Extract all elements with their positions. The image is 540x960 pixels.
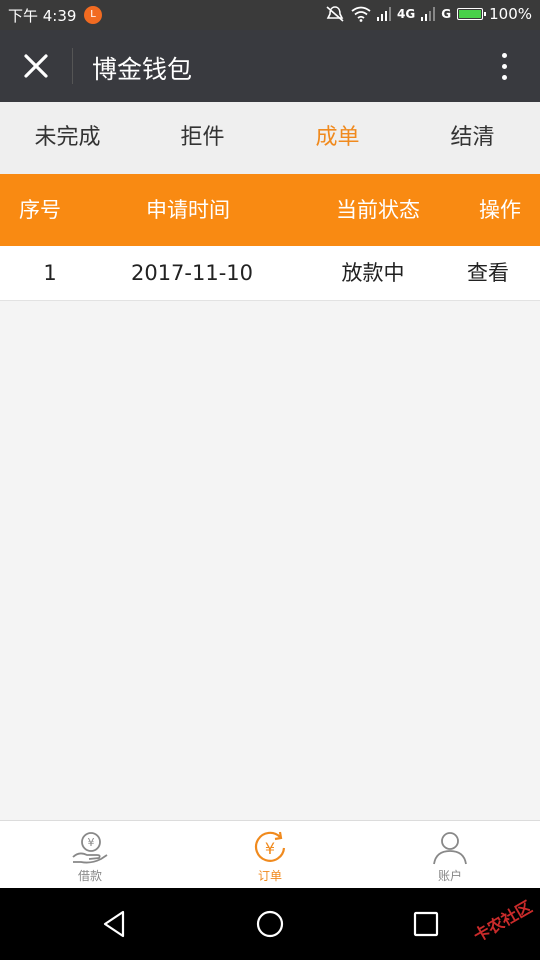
title-divider	[72, 48, 73, 84]
order-status-tabs: 未完成 拒件 成单 结清	[0, 102, 540, 174]
close-icon	[24, 54, 48, 78]
close-button[interactable]	[14, 46, 58, 86]
nav-label-account: 账户	[437, 869, 462, 883]
view-link[interactable]: 查看	[448, 246, 528, 300]
battery-percent: 100%	[489, 5, 532, 23]
nav-label-order: 订单	[257, 869, 282, 883]
network-4g-label: 4G	[397, 7, 416, 21]
svg-text:¥: ¥	[265, 839, 275, 858]
nav-item-loan[interactable]: ¥ 借款	[0, 821, 180, 889]
status-time: 下午 4:39	[8, 7, 77, 25]
row-index: 1	[43, 261, 57, 285]
column-header-action: 操作	[479, 198, 521, 222]
signal-icon	[377, 7, 392, 21]
column-header-index: 序号	[19, 198, 61, 222]
more-menu-button[interactable]	[490, 48, 518, 84]
battery-icon	[457, 8, 487, 20]
order-yen-icon: ¥	[254, 831, 286, 862]
table-row: 1 2017-11-10 放款中 查看	[0, 246, 540, 301]
watermark-logo: 卡农社区	[470, 897, 536, 946]
tab-rejected[interactable]: 拒件	[135, 102, 270, 174]
row-date: 2017-11-10	[130, 261, 254, 285]
notification-badge-icon: L	[84, 6, 102, 24]
home-circle-icon	[256, 910, 284, 938]
nav-label-loan: 借款	[77, 869, 102, 883]
tab-incomplete[interactable]: 未完成	[0, 102, 135, 174]
recents-button[interactable]	[410, 908, 442, 940]
row-status: 放款中	[341, 261, 405, 285]
loan-icon: ¥	[72, 832, 108, 864]
home-button[interactable]	[254, 908, 286, 940]
account-user-icon	[433, 832, 467, 865]
more-dots-icon	[501, 52, 507, 58]
signal-icon-2	[421, 7, 436, 21]
tab-settled[interactable]: 结清	[405, 102, 540, 174]
bottom-nav: ¥ 借款 ¥ 订单 账户	[0, 820, 540, 889]
android-nav-bar: 卡农社区	[0, 888, 540, 960]
back-triangle-icon	[103, 910, 125, 938]
status-bar: 下午 4:39 L 4G G 100%	[0, 0, 540, 30]
tab-completed[interactable]: 成单	[270, 102, 405, 174]
mute-icon	[326, 6, 344, 22]
status-icons: 4G G 100%	[325, 5, 532, 23]
title-bar: 博金钱包	[0, 30, 540, 102]
recents-square-icon	[413, 911, 439, 937]
back-button[interactable]	[98, 908, 130, 940]
svg-text:¥: ¥	[88, 836, 95, 849]
nav-item-account[interactable]: 账户	[360, 821, 540, 889]
column-header-status: 当前状态	[336, 198, 420, 222]
table-header: 序号 申请时间 当前状态 操作	[0, 174, 540, 246]
page-title: 博金钱包	[92, 55, 193, 84]
network-g-label: G	[441, 7, 452, 21]
nav-item-order[interactable]: ¥ 订单	[180, 821, 360, 889]
wifi-icon	[351, 6, 371, 22]
column-header-date: 申请时间	[146, 198, 230, 222]
